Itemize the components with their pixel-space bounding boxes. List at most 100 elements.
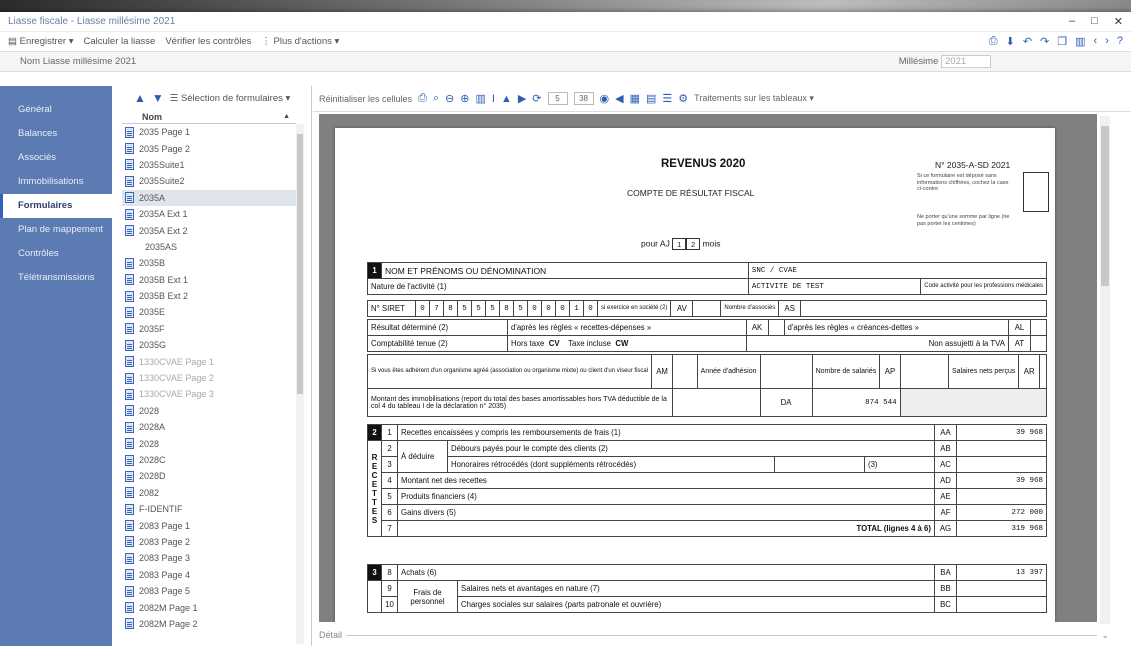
form-list-item[interactable]: 2035A Ext 1 [122, 206, 296, 222]
retrocede-field[interactable] [774, 456, 865, 473]
minimize-icon[interactable]: – [1069, 15, 1075, 28]
arrow-up-icon[interactable]: ▲ [134, 91, 146, 105]
siret-digit[interactable]: 0 [583, 300, 598, 317]
line-amount-field[interactable]: 319 968 [956, 520, 1047, 537]
form-list-item[interactable]: 2082M Page 1 [122, 599, 296, 615]
line-amount-field[interactable]: 39 968 [956, 424, 1047, 441]
close-icon[interactable]: ✕ [1114, 15, 1123, 28]
form-list-item[interactable]: 2035B Ext 2 [122, 288, 296, 304]
print-icon[interactable]: ⎙ [989, 35, 998, 48]
sidebar-item[interactable]: Général [0, 98, 112, 122]
undo-icon[interactable]: ↶ [1023, 35, 1032, 48]
form-list-item[interactable]: 2082M Page 2 [122, 616, 296, 632]
column-header-name[interactable]: Nom ▲ [122, 110, 296, 124]
sidebar-item[interactable]: Contrôles [0, 242, 112, 266]
page-current-field[interactable]: 5 [547, 92, 568, 105]
more-actions-button[interactable]: ⋮ Plus d'actions ▾ [261, 36, 339, 47]
print-icon[interactable]: ⎙ [418, 92, 427, 105]
back-icon[interactable]: ◀ [615, 92, 623, 105]
columns-icon[interactable]: ▥ [475, 92, 485, 105]
form-list-item[interactable]: 2083 Page 4 [122, 567, 296, 583]
form-list-item[interactable]: 2035A Ext 2 [122, 222, 296, 238]
millesime-field[interactable]: 2021 [941, 55, 991, 68]
at-checkbox[interactable] [1030, 335, 1047, 352]
siret-digit[interactable]: 5 [457, 300, 472, 317]
line-amount-field[interactable] [956, 456, 1047, 473]
line-amount-field[interactable]: 272 000 [956, 504, 1047, 521]
list-icon[interactable]: ☰ [662, 92, 672, 105]
line-amount-field[interactable] [956, 440, 1047, 457]
siret-digit[interactable]: 0 [527, 300, 542, 317]
siret-digit[interactable]: 0 [541, 300, 556, 317]
document-scroll-thumb[interactable] [1101, 126, 1109, 286]
zoom-icon[interactable]: ⌕ [433, 92, 439, 105]
target-icon[interactable]: ◉ [600, 92, 610, 105]
copy-icon[interactable]: ❐ [1057, 35, 1067, 48]
form-list-item[interactable]: F-IDENTIF [122, 501, 296, 517]
tables-menu-button[interactable]: Traitements sur les tableaux ▾ [694, 93, 814, 104]
nature-field[interactable]: ACTIVITE DE TEST [747, 278, 922, 295]
zoom-in-icon[interactable]: ⊕ [460, 92, 469, 105]
next-icon[interactable]: › [1105, 35, 1109, 48]
sidebar-item[interactable]: Plan de mappement [0, 218, 112, 242]
form-list-item[interactable]: 2035G [122, 337, 296, 353]
sidebar-item[interactable]: Télétransmissions [0, 266, 112, 290]
form-list-item[interactable]: 2028A [122, 419, 296, 435]
form-list-item[interactable]: 2083 Page 5 [122, 583, 296, 599]
no-data-checkbox[interactable] [1023, 172, 1049, 212]
siret-digit[interactable]: 8 [499, 300, 514, 317]
am-field[interactable] [671, 354, 698, 389]
export-icon[interactable]: ⬇ [1006, 35, 1015, 48]
prev-icon[interactable]: ‹ [1094, 35, 1098, 48]
form-list-item[interactable]: 2082 [122, 485, 296, 501]
form-list-item[interactable]: 1330CVAE Page 1 [122, 353, 296, 369]
refresh-icon[interactable]: ⟳ [532, 92, 541, 105]
name-value[interactable]: Liasse millésime 2021 [43, 56, 136, 67]
help-icon[interactable]: ? [1117, 35, 1123, 48]
form-list-item[interactable]: 2028 [122, 435, 296, 451]
line-amount-field[interactable]: 39 968 [956, 472, 1047, 489]
sidebar-item[interactable]: Formulaires [0, 194, 112, 218]
redo-icon[interactable]: ↷ [1040, 35, 1049, 48]
zoom-out-icon[interactable]: ⊖ [445, 92, 454, 105]
form-list-item[interactable]: 2035B [122, 255, 296, 271]
nav-right-icon[interactable]: ▶ [518, 92, 526, 105]
form-list-item[interactable]: 2083 Page 1 [122, 517, 296, 533]
line-amount-field[interactable] [956, 596, 1047, 613]
annee-adhesion-field[interactable] [759, 354, 813, 389]
sidebar-item[interactable]: Associés [0, 146, 112, 170]
form-list-item[interactable]: 2035 Page 1 [122, 124, 296, 140]
siret-digit[interactable]: 7 [429, 300, 444, 317]
text-icon[interactable]: I [492, 93, 495, 105]
nav-up-icon[interactable]: ▲ [501, 93, 512, 105]
line-amount-field[interactable] [956, 488, 1047, 505]
form-list-item[interactable]: 2035Suite2 [122, 173, 296, 189]
form-list-item[interactable]: 2035E [122, 304, 296, 320]
form-list-item[interactable]: 1330CVAE Page 2 [122, 370, 296, 386]
verify-button[interactable]: Vérifier les contrôles [165, 36, 251, 47]
form-list-item[interactable]: 2083 Page 2 [122, 534, 296, 550]
sidebar-item[interactable]: Balances [0, 122, 112, 146]
al-checkbox[interactable] [1030, 319, 1047, 336]
form-list-scrollbar[interactable] [296, 124, 304, 644]
delete-icon[interactable]: ▥ [1075, 35, 1085, 48]
grid-icon[interactable]: ▦ [630, 92, 640, 105]
ak-checkbox[interactable] [767, 319, 785, 336]
document-scrollbar[interactable] [1100, 116, 1110, 624]
denomination-field[interactable]: SNC / CVAE [747, 262, 1048, 279]
line-amount-field[interactable] [956, 580, 1047, 597]
table-icon[interactable]: ▤ [646, 92, 656, 105]
form-list-item[interactable]: 2035B Ext 1 [122, 272, 296, 288]
siret-digit[interactable]: 8 [443, 300, 458, 317]
form-list-item[interactable]: 2035A [122, 189, 296, 206]
siret-digit[interactable]: 0 [415, 300, 430, 317]
calculate-button[interactable]: Calculer la liasse [84, 36, 156, 47]
form-list-item[interactable]: 2083 Page 3 [122, 550, 296, 566]
ar-field[interactable] [1039, 354, 1047, 389]
siret-digit[interactable]: 1 [569, 300, 584, 317]
arrow-down-icon[interactable]: ▼ [152, 91, 164, 105]
form-list-item[interactable]: 2028 [122, 403, 296, 419]
line-amount-field[interactable]: 13 397 [956, 564, 1047, 581]
form-list-scroll-thumb[interactable] [297, 134, 303, 394]
ap-field[interactable] [899, 354, 949, 389]
